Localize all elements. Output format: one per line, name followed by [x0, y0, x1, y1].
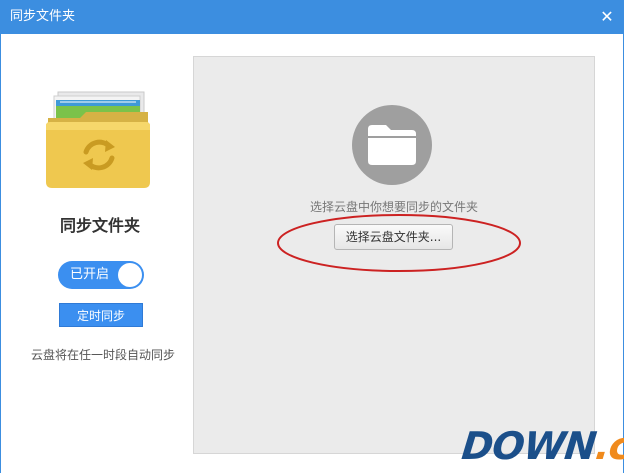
watermark-logo: DOWN.cc [460, 424, 624, 468]
watermark-main-text: DOWN [459, 424, 598, 468]
sync-toggle[interactable]: 已开启 [58, 261, 144, 289]
scheduled-sync-button[interactable]: 定时同步 [59, 303, 143, 327]
title-bar: 同步文件夹 ✕ [0, 0, 624, 34]
annotation-ellipse [277, 214, 521, 272]
auto-sync-note: 云盘将在任一时段自动同步 [30, 348, 175, 362]
toggle-knob [118, 263, 142, 287]
watermark-accent-text: .cc [593, 424, 624, 468]
close-icon: ✕ [600, 7, 614, 26]
window-border-left [0, 34, 1, 473]
folder-icon-circle [352, 105, 432, 185]
close-button[interactable]: ✕ [596, 6, 618, 28]
folder-icon [368, 125, 416, 165]
window-title: 同步文件夹 [10, 9, 76, 24]
toggle-label: 已开启 [70, 267, 110, 282]
sidebar-title: 同步文件夹 [59, 216, 140, 235]
sync-folder-icon [44, 88, 156, 190]
